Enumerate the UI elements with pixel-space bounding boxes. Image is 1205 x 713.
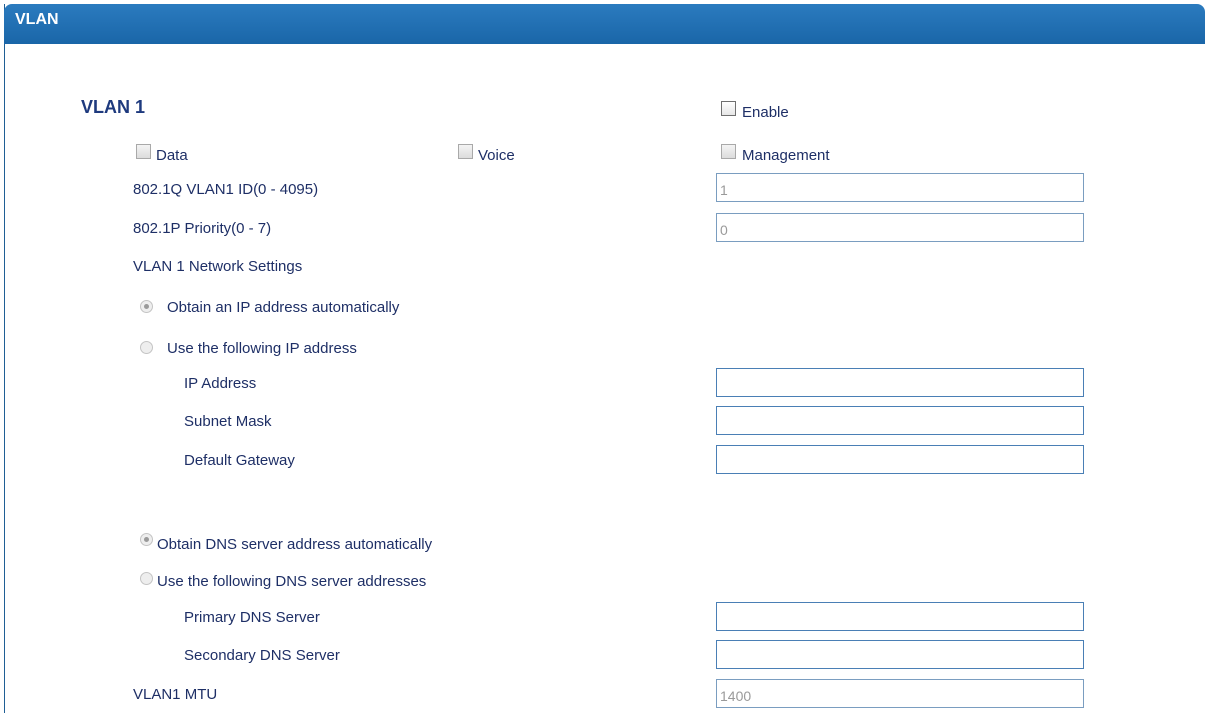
mtu-input[interactable] <box>716 679 1084 708</box>
management-label: Management <box>742 147 830 164</box>
ip-manual-label: Use the following IP address <box>167 340 357 357</box>
ip-manual-radio[interactable] <box>140 341 153 354</box>
dns-auto-radio[interactable] <box>140 533 153 546</box>
vlan-id-input[interactable] <box>716 173 1084 202</box>
dns-manual-label: Use the following DNS server addresses <box>157 573 427 590</box>
enable-checkbox[interactable] <box>721 101 736 116</box>
secondary-dns-input[interactable] <box>716 640 1084 669</box>
subnet-mask-label: Subnet Mask <box>184 413 272 430</box>
vlan-id-label: 802.1Q VLAN1 ID(0 - 4095) <box>133 181 319 198</box>
priority-label: 802.1P Priority(0 - 7) <box>133 220 272 237</box>
dns-manual-radio[interactable] <box>140 572 153 585</box>
primary-dns-label: Primary DNS Server <box>184 609 320 626</box>
voice-checkbox[interactable] <box>458 144 473 159</box>
mtu-label: VLAN1 MTU <box>133 686 218 703</box>
ip-address-label: IP Address <box>184 375 257 392</box>
ip-auto-label: Obtain an IP address automatically <box>167 299 400 316</box>
panel-title: VLAN <box>15 11 59 28</box>
data-label: Data <box>156 147 188 164</box>
panel-header: VLAN <box>4 4 1205 44</box>
priority-input[interactable] <box>716 213 1084 242</box>
vlan-section-title: VLAN 1 <box>81 97 146 117</box>
network-settings-label: VLAN 1 Network Settings <box>133 258 303 275</box>
default-gateway-label: Default Gateway <box>184 452 295 469</box>
default-gateway-input[interactable] <box>716 445 1084 474</box>
management-checkbox[interactable] <box>721 144 736 159</box>
voice-label: Voice <box>478 147 515 164</box>
primary-dns-input[interactable] <box>716 602 1084 631</box>
data-checkbox[interactable] <box>136 144 151 159</box>
subnet-mask-input[interactable] <box>716 406 1084 435</box>
dns-auto-label: Obtain DNS server address automatically <box>157 536 433 553</box>
ip-auto-radio[interactable] <box>140 300 153 313</box>
ip-address-input[interactable] <box>716 368 1084 397</box>
enable-label: Enable <box>742 104 789 121</box>
secondary-dns-label: Secondary DNS Server <box>184 647 340 664</box>
